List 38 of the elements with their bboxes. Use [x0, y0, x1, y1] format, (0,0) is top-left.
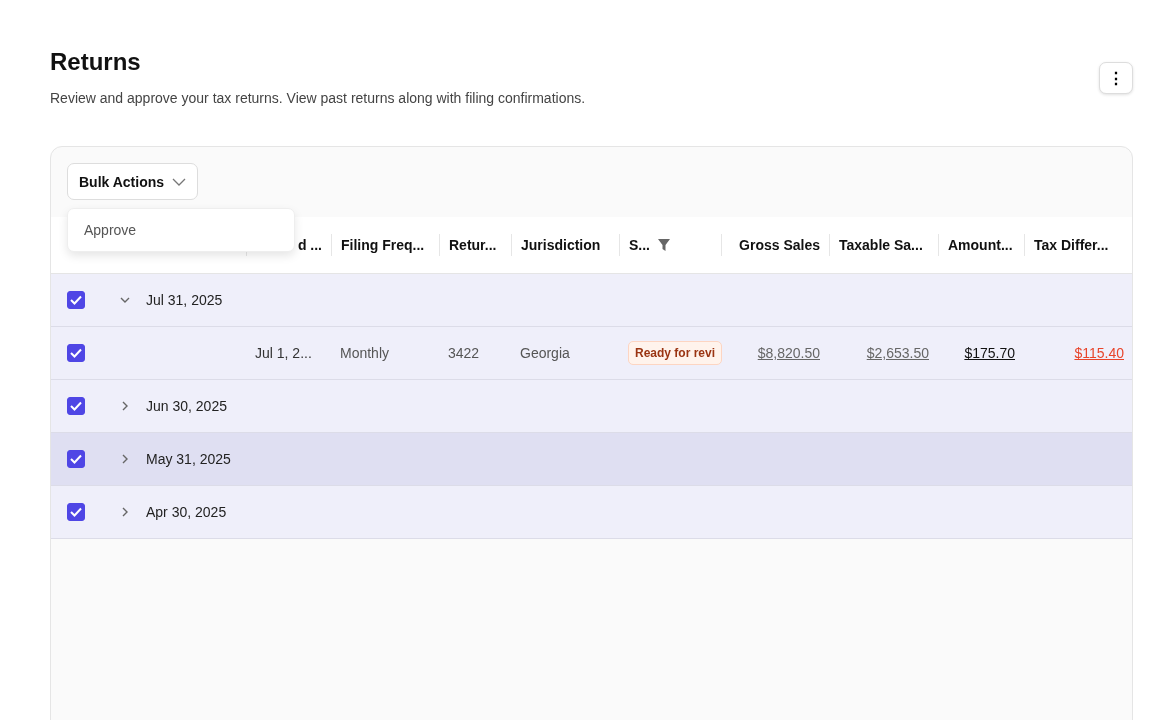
column-header[interactable]: Gross Sales	[721, 234, 829, 256]
gross-sales-link[interactable]: $8,820.50	[721, 345, 829, 361]
taxable-sales-link[interactable]: $2,653.50	[829, 345, 938, 361]
row-checkbox[interactable]	[67, 344, 85, 362]
column-header[interactable]: Jurisdiction	[511, 234, 619, 256]
caret-icon	[172, 177, 187, 186]
group-date: Jun 30, 2025	[146, 398, 228, 414]
column-header[interactable]: d ...	[246, 234, 331, 256]
column-header[interactable]: Amount...	[938, 234, 1024, 256]
table-cell-text: Georgia	[519, 345, 571, 361]
table-cell-text: 3422	[447, 345, 481, 361]
group-date: May 31, 2025	[146, 451, 232, 467]
status-badge: Ready for revi	[628, 341, 723, 365]
table-row[interactable]: Apr 30, 2025	[51, 486, 1132, 539]
column-header[interactable]: Taxable Sa...	[829, 234, 938, 256]
table-row[interactable]: Jul 1, 2... Monthly 3422 Georgia Ready for revi $8,820.50 $2,653.50 $175.70 $115.40	[51, 327, 1132, 380]
column-header[interactable]: S...	[619, 234, 721, 256]
tax-difference-link[interactable]: $115.40	[1024, 345, 1132, 361]
row-checkbox[interactable]	[67, 397, 85, 415]
page-description: Review and approve your tax returns. View past returns along with filing confirmations.	[50, 90, 586, 106]
group-date: Apr 30, 2025	[146, 504, 228, 520]
row-checkbox[interactable]	[67, 503, 85, 521]
row-checkbox[interactable]	[67, 291, 85, 309]
table-cell-text: Jul 1, 2...	[254, 345, 313, 361]
amount-link[interactable]: $175.70	[938, 345, 1024, 361]
table-row[interactable]: May 31, 2025	[51, 433, 1132, 486]
row-checkbox[interactable]	[67, 450, 85, 468]
page-title: Returns	[50, 48, 142, 76]
group-date: Jul 31, 2025	[146, 292, 224, 308]
table-row[interactable]: Jul 31, 2025	[51, 274, 1132, 327]
column-header[interactable]: Tax Differ...	[1024, 234, 1132, 256]
column-header[interactable]: Retur...	[439, 234, 511, 256]
table-cell-text: Monthly	[339, 345, 391, 361]
more-menu-button[interactable]: ⋮	[1099, 62, 1133, 94]
table-row[interactable]: Jun 30, 2025	[51, 380, 1132, 433]
bulk-actions-button[interactable]: Bulk Actions	[67, 163, 199, 200]
column-header[interactable]: Filing Freq...	[331, 234, 439, 256]
filter-icon[interactable]	[658, 239, 670, 251]
